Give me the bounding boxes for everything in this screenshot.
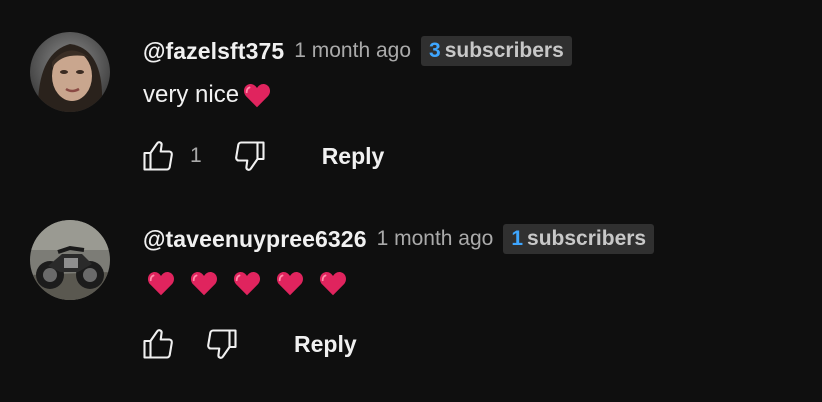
thumbs-down-icon	[207, 329, 237, 359]
author-name[interactable]: @fazelsft375	[143, 38, 284, 65]
subscriber-count: 3	[429, 39, 441, 62]
comment-header: @fazelsft375 1 month ago 3 subscribers	[143, 36, 572, 66]
author-name[interactable]: @taveenuypree6326	[143, 226, 367, 253]
comment-time[interactable]: 1 month ago	[294, 39, 411, 63]
avatar[interactable]	[30, 220, 110, 300]
comment-text-content: very nice	[143, 81, 240, 108]
reply-button[interactable]: Reply	[322, 143, 385, 170]
dislike-button[interactable]	[202, 324, 242, 364]
subscriber-badge: 1 subscribers	[503, 224, 655, 254]
comments-section: @fazelsft375 1 month ago 3 subscribers v…	[0, 0, 822, 402]
dislike-button[interactable]	[230, 136, 270, 176]
reply-button[interactable]: Reply	[294, 331, 357, 358]
subscriber-label: subscribers	[444, 39, 564, 62]
heart-icon	[276, 272, 304, 296]
comment-actions: Reply	[138, 324, 357, 364]
comment-actions: 1 Reply	[138, 136, 384, 176]
comment-text	[143, 268, 348, 298]
thumbs-up-icon	[143, 141, 173, 171]
heart-icon	[244, 84, 271, 108]
subscriber-count: 1	[511, 227, 524, 250]
thumbs-down-icon	[234, 141, 265, 171]
comment-text: very nice	[143, 80, 272, 110]
subscriber-label: subscribers	[527, 227, 647, 250]
thumbs-up-icon	[143, 329, 173, 359]
heart-icon	[319, 272, 347, 296]
subscriber-badge: 3 subscribers	[421, 36, 572, 66]
comment-header: @taveenuypree6326 1 month ago 1 subscrib…	[143, 224, 655, 254]
comment-time[interactable]: 1 month ago	[377, 227, 494, 251]
avatar[interactable]	[30, 32, 110, 112]
heart-icon	[190, 272, 218, 296]
like-count: 1	[190, 144, 202, 167]
heart-icon	[233, 272, 261, 296]
heart-icon	[147, 272, 175, 296]
like-button[interactable]	[138, 324, 178, 364]
like-button[interactable]	[138, 136, 178, 176]
